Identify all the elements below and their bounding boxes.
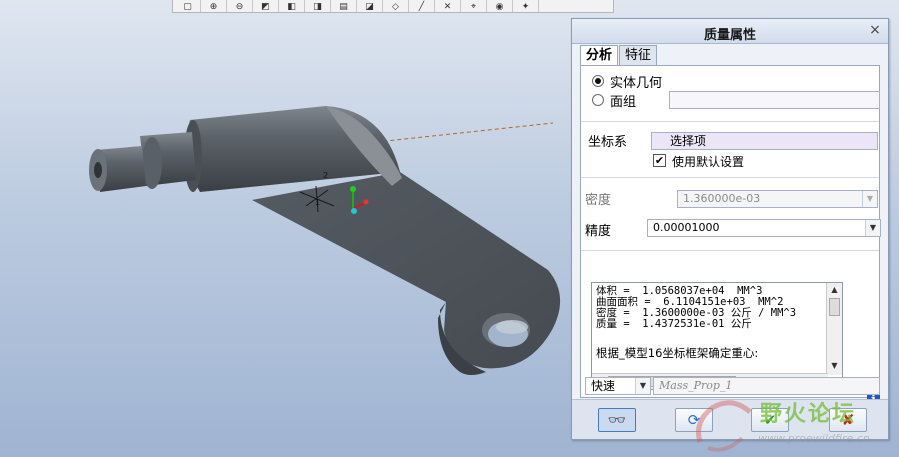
tab-analysis[interactable]: 分析: [580, 45, 619, 67]
analysis-name-field[interactable]: Mass_Prop_1: [653, 377, 880, 395]
dialog-tabs: 分析 特征: [580, 45, 658, 67]
results-area[interactable]: 体积 = 1.0568037e+04 MM^3 曲面面积 = 6.1104151e…: [591, 282, 843, 390]
mode-value: 快速: [591, 379, 616, 393]
results-vertical-scrollbar[interactable]: ▲ ▼: [826, 283, 842, 375]
scroll-down-icon[interactable]: ▼: [827, 359, 842, 373]
close-icon[interactable]: ×: [867, 22, 883, 38]
results-vertical-thumb[interactable]: [829, 298, 840, 316]
tab-feature[interactable]: 特征: [619, 45, 658, 66]
accuracy-field[interactable]: 0.00001000 ▼: [647, 219, 881, 237]
use-default-label: 使用默认设置: [672, 155, 745, 169]
repaint-icon[interactable]: ◩: [253, 0, 279, 12]
repeat-icon[interactable]: ⟳: [675, 408, 713, 432]
csys-origin: [351, 208, 357, 214]
display-style-icon[interactable]: ◪: [357, 0, 383, 12]
cancel-x-icon[interactable]: ✘: [829, 408, 867, 432]
use-default-checkbox[interactable]: ✔: [653, 154, 666, 167]
solid-geometry-radio[interactable]: [592, 75, 604, 87]
preview-glasses-icon[interactable]: 👓: [598, 408, 636, 432]
refit-icon[interactable]: ▢: [175, 0, 201, 12]
quilt-radio[interactable]: [592, 94, 604, 106]
mode-select[interactable]: 快速 ▼: [585, 377, 651, 395]
orient-icon[interactable]: ◧: [279, 0, 305, 12]
density-dropdown-icon: ▼: [862, 191, 877, 207]
csys-label-1: 1: [315, 198, 320, 207]
view-toolbar: ▢ ⊕ ⊖ ◩ ◧ ◨ ▤ ◪ ◇ ╱ ✕ ⌖ ◉ ✦: [172, 0, 614, 13]
csys-icon[interactable]: ⌖: [461, 0, 487, 12]
accuracy-dropdown-icon[interactable]: ▼: [865, 220, 880, 236]
zoom-out-icon[interactable]: ⊖: [227, 0, 253, 12]
saved-views-icon[interactable]: ◨: [305, 0, 331, 12]
datum-planes-icon[interactable]: ◇: [383, 0, 409, 12]
density-label: 密度: [585, 193, 612, 208]
shaft-bore: [94, 162, 102, 178]
mode-dropdown-icon[interactable]: ▼: [635, 378, 650, 394]
dialog-button-bar: 👓 ⟳ ✔ ✘: [572, 399, 888, 439]
quilt-label: 面组: [610, 95, 637, 110]
mass-properties-dialog: 质量属性 × 分析 特征 实体几何 面组 坐标系 选择项 ✔ 使用默认设置 密度…: [571, 18, 889, 440]
spin-center-icon[interactable]: ✦: [513, 0, 539, 12]
csys-label-2: 2: [323, 171, 328, 180]
datum-points-icon[interactable]: ✕: [435, 0, 461, 12]
csys-label: 坐标系: [588, 135, 628, 150]
dialog-titlebar[interactable]: 质量属性 ×: [572, 19, 888, 44]
csys-collector[interactable]: 选择项: [651, 132, 878, 150]
accuracy-value: 0.00001000: [653, 221, 720, 234]
eye-hole-wall: [496, 320, 528, 334]
dialog-title: 质量属性: [703, 28, 756, 43]
density-field[interactable]: 1.360000e-03 ▼: [677, 190, 878, 208]
accuracy-label: 精度: [585, 224, 612, 239]
layers-icon[interactable]: ▤: [331, 0, 357, 12]
solid-geometry-label: 实体几何: [610, 76, 663, 91]
ok-check-icon[interactable]: ✔: [751, 408, 789, 432]
quilt-collector[interactable]: [669, 91, 880, 109]
zoom-in-icon[interactable]: ⊕: [201, 0, 227, 12]
density-value: 1.360000e-03: [683, 192, 761, 205]
annotations-icon[interactable]: ◉: [487, 0, 513, 12]
analysis-panel: 实体几何 面组 坐标系 选择项 ✔ 使用默认设置 密度 1.360000e-03…: [580, 65, 881, 409]
result-cog-note: 根据_模型16坐标框架确定重心:: [596, 346, 759, 360]
scroll-up-icon[interactable]: ▲: [827, 283, 842, 297]
datum-axes-icon[interactable]: ╱: [409, 0, 435, 12]
result-mass: 质量 = 1.4372531e-01 公斤: [596, 318, 752, 330]
results-text: 体积 = 1.0568037e+04 MM^3 曲面面积 = 6.1104151e…: [596, 286, 796, 330]
